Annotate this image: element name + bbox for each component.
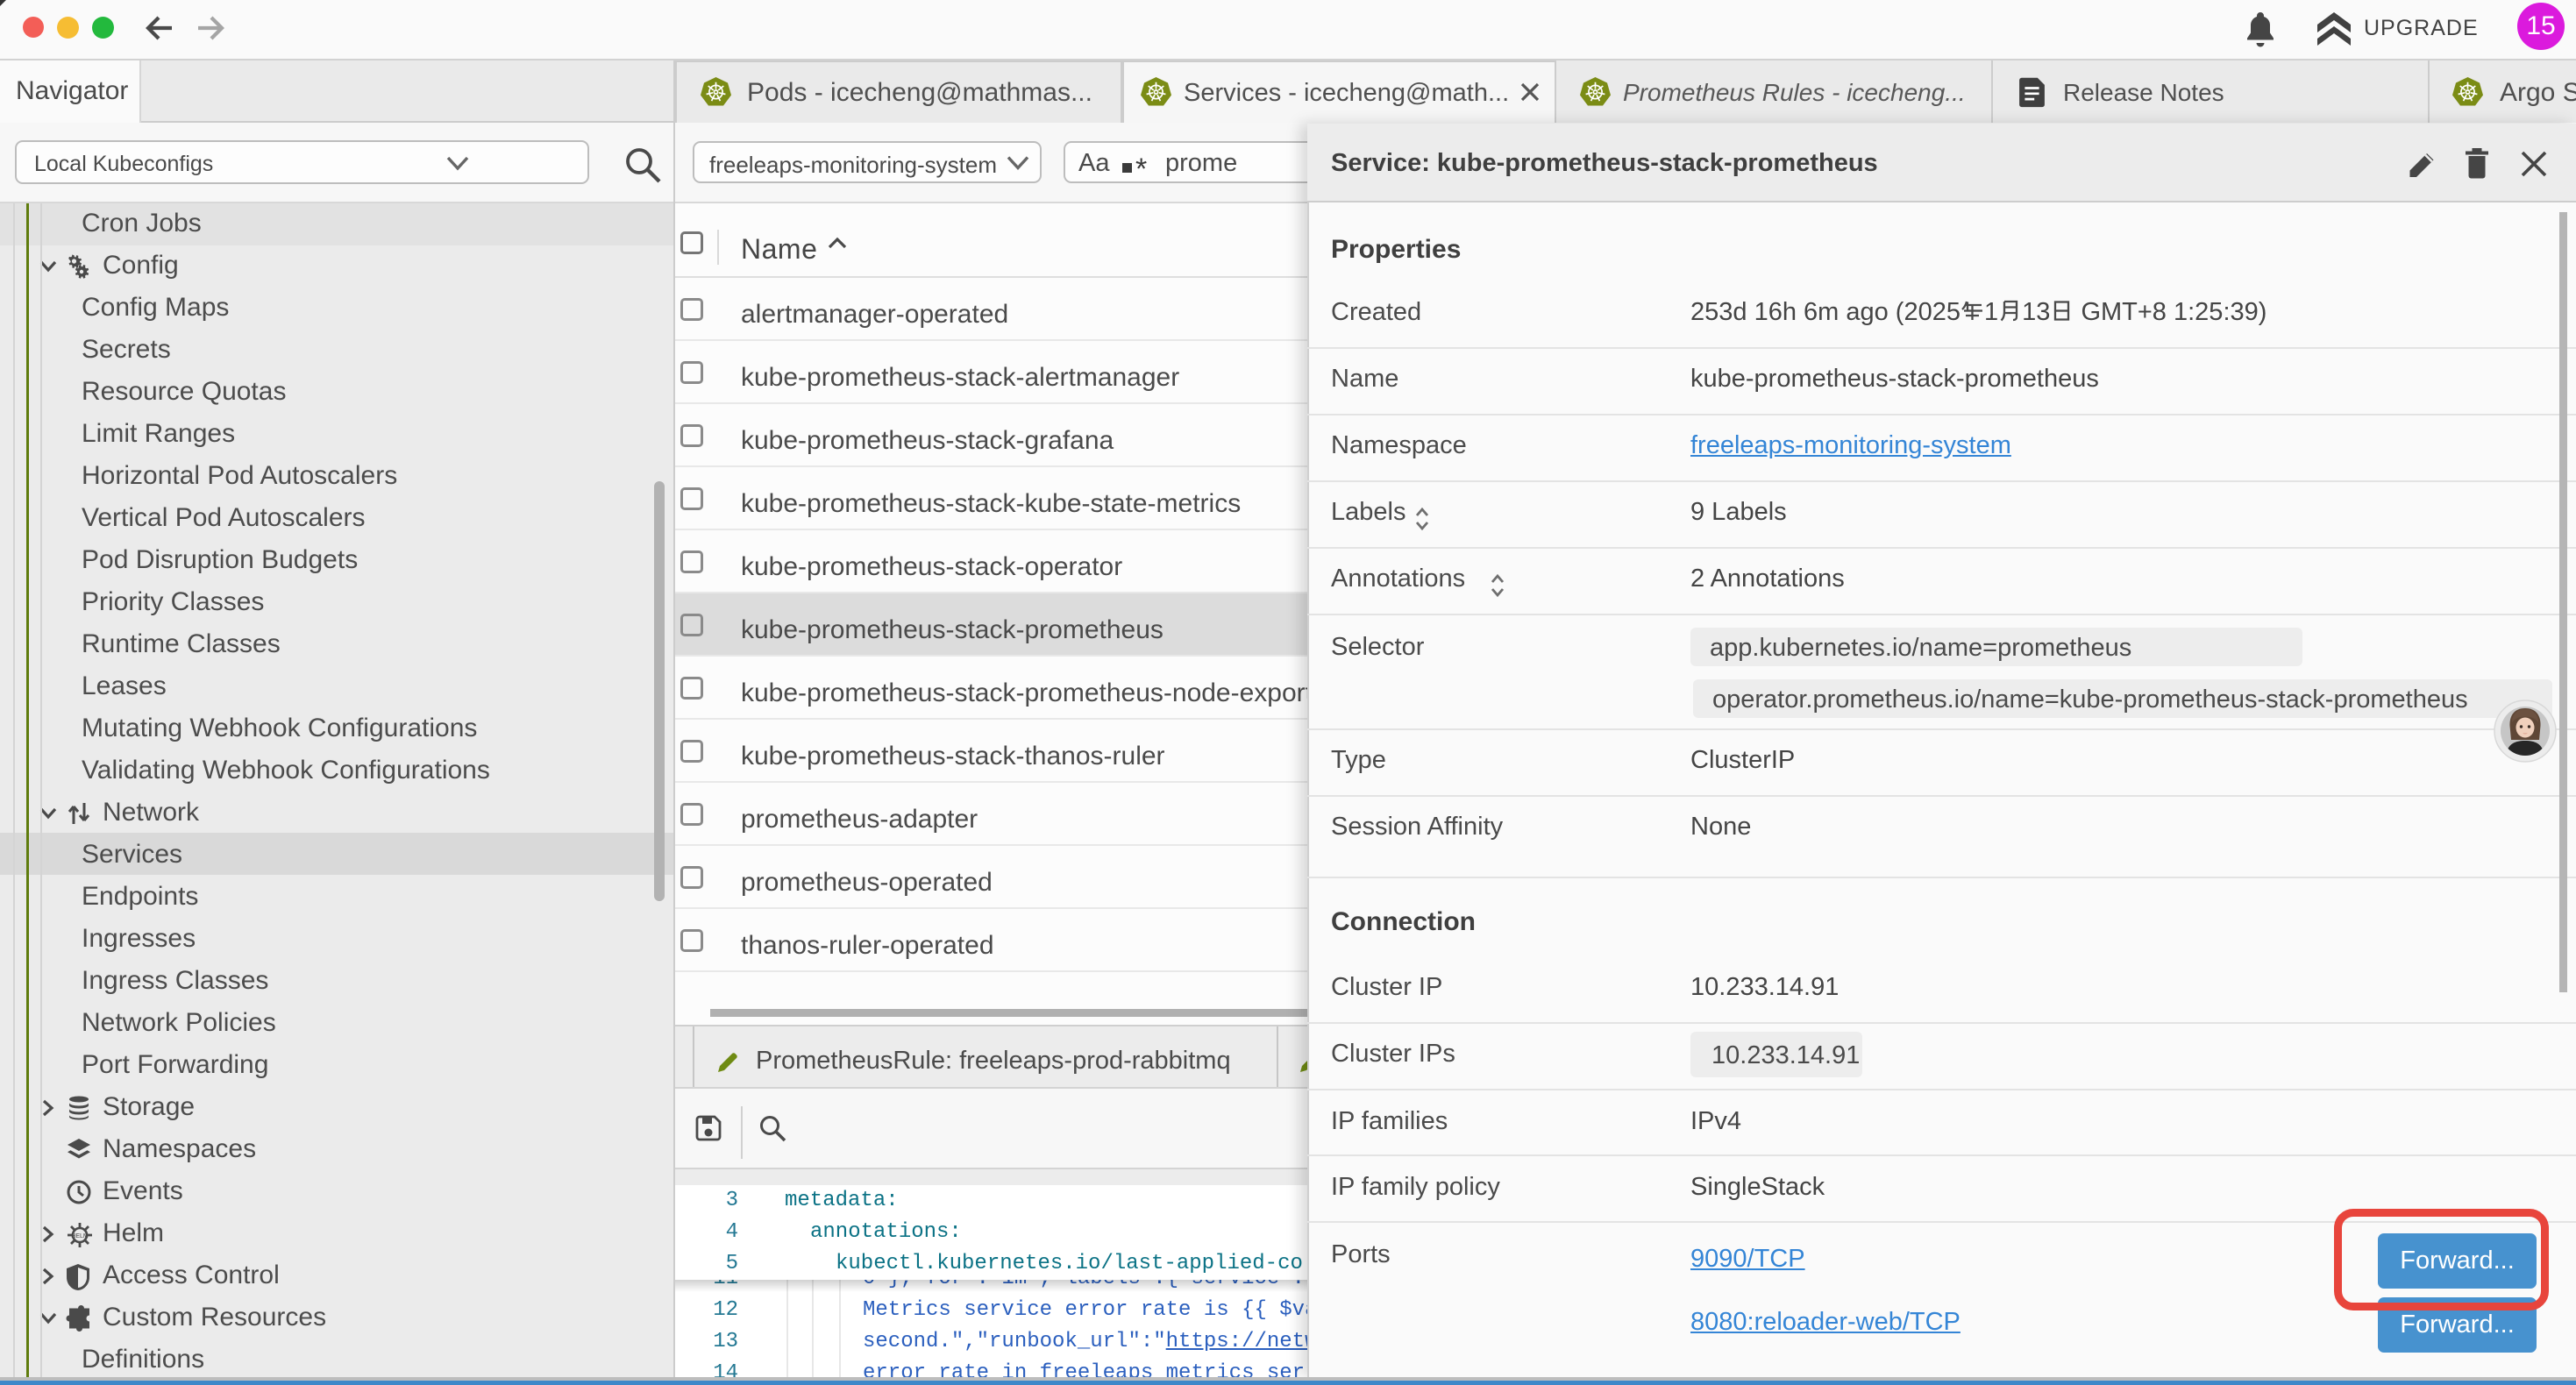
- svg-text:HELM: HELM: [71, 1233, 89, 1239]
